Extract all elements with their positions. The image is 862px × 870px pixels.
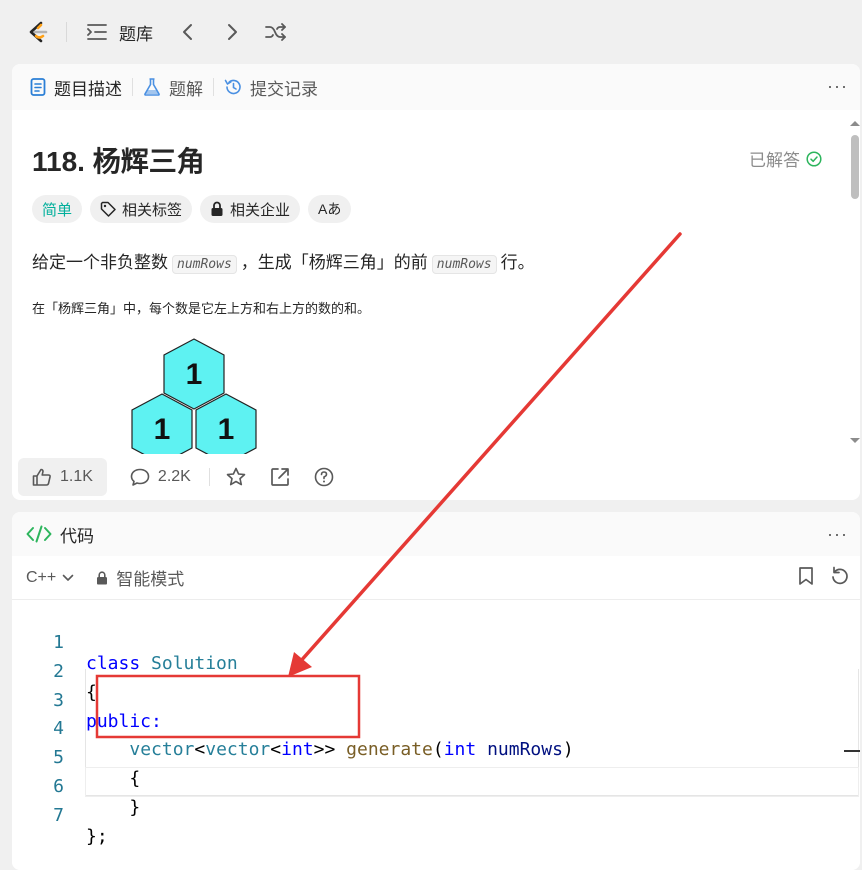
problem-actions: 1.1K 2.2K	[12, 454, 860, 500]
code-line: 7 };	[12, 784, 860, 847]
language-select[interactable]: C++	[26, 569, 74, 587]
bookmark-icon	[799, 567, 813, 585]
code-header: 代码 ···	[12, 512, 860, 556]
like-button[interactable]: 1.1K	[18, 458, 107, 496]
related-tags-label: 相关标签	[122, 201, 183, 219]
code-editor[interactable]: 1 class Solution 2 { 3 public: 4 vector<…	[12, 601, 860, 870]
inline-code: numRows	[172, 255, 237, 274]
difficulty-badge: 简单	[32, 195, 83, 223]
chevron-down-icon	[62, 574, 74, 581]
reset-code-button[interactable]	[830, 566, 850, 586]
divider	[208, 468, 210, 486]
like-count: 1.1K	[60, 468, 93, 485]
top-nav-bar: 题库	[0, 0, 862, 64]
problem-bank-label: 题库	[119, 24, 153, 44]
related-tags-button[interactable]: 相关标签	[90, 195, 193, 223]
history-icon	[224, 79, 241, 95]
code-toolbar-right	[782, 566, 850, 586]
tab-submissions-label: 提交记录	[250, 79, 318, 99]
comment-count: 2.2K	[157, 468, 191, 485]
inline-code: numRows	[431, 255, 497, 274]
tag-icon	[100, 201, 116, 217]
code-line: 3 public:	[12, 669, 860, 732]
bookmark-button[interactable]	[798, 566, 814, 586]
code-line: 1 class Solution	[12, 611, 860, 674]
language-value: C++	[26, 568, 57, 586]
divider	[111, 468, 112, 486]
translate-button[interactable]: Aあ	[308, 195, 352, 223]
help-button[interactable]	[302, 458, 346, 496]
scroll-down-icon[interactable]	[848, 436, 860, 446]
solved-status: 已解答	[749, 146, 822, 171]
check-circle-icon	[806, 150, 822, 167]
triangle-value: 1	[186, 358, 203, 391]
tab-solutions[interactable]: 题解	[143, 75, 203, 100]
share-icon	[270, 468, 289, 486]
tab-submissions[interactable]: 提交记录	[224, 75, 318, 100]
divider	[66, 22, 67, 42]
share-button[interactable]	[258, 458, 302, 496]
shuffle-icon	[265, 23, 286, 41]
favorite-button[interactable]	[214, 458, 258, 496]
description-tabbar: 题目描述 题解 提交记录 ···	[12, 64, 860, 110]
problem-description: 给定一个非负整数 numRows ，生成「杨辉三角」的前 numRows 行。	[32, 248, 535, 274]
code-line: 5 {	[12, 726, 860, 789]
help-circle-icon	[314, 467, 334, 487]
tab-solutions-label: 题解	[169, 79, 203, 99]
list-icon	[87, 24, 107, 40]
pascal-triangle-illustration: 1 1 1	[131, 338, 257, 454]
code-line: 6 }	[12, 755, 860, 818]
problem-title: 118. 杨辉三角	[32, 146, 205, 177]
triangle-value: 1	[218, 413, 235, 446]
description-text: ，生成「杨辉三角」的前	[240, 253, 428, 272]
problem-description-sub: 在「杨辉三角」中，每个数是它左上方和右上方的数的和。	[32, 301, 371, 316]
lock-icon	[211, 201, 223, 216]
tab-description-label: 题目描述	[54, 79, 122, 99]
description-scrollbar[interactable]	[846, 110, 860, 454]
scroll-up-icon[interactable]	[848, 118, 860, 128]
tab-description[interactable]: 题目描述	[30, 75, 122, 100]
leetcode-logo-icon[interactable]	[26, 20, 50, 44]
code-toolbar: C++ 智能模式	[12, 556, 860, 600]
code-line: 4 vector<vector<int>> generate(int numRo…	[12, 697, 860, 760]
scrollbar-thumb[interactable]	[851, 135, 859, 199]
chevron-left-icon	[183, 24, 192, 40]
thumbs-up-icon	[32, 468, 51, 486]
flask-icon	[144, 78, 160, 96]
chevron-right-icon	[228, 24, 237, 40]
solved-status-label: 已解答	[749, 151, 800, 170]
more-options-button[interactable]: ···	[827, 76, 848, 97]
lock-icon	[97, 570, 108, 584]
description-text: 行。	[500, 253, 535, 272]
problem-bank-button[interactable]: 题库	[87, 20, 153, 45]
triangle-value: 1	[154, 413, 171, 446]
code-more-button[interactable]: ···	[827, 524, 848, 545]
star-icon	[226, 467, 246, 486]
random-problem-button[interactable]	[265, 21, 287, 43]
next-problem-button[interactable]	[221, 21, 243, 43]
code-line: 2 {	[12, 640, 860, 703]
description-panel: 题目描述 题解 提交记录 ··· 118. 杨辉三角 已解答 简单 相关标签 相…	[12, 64, 860, 500]
divider	[213, 78, 214, 96]
line-number: 7	[53, 805, 64, 826]
comments-button[interactable]: 2.2K	[116, 458, 205, 496]
document-icon	[30, 78, 46, 96]
line-content: };	[86, 826, 108, 847]
problem-content: 118. 杨辉三角 已解答 简单 相关标签 相关企业 Aあ 给定一个非负整数 n…	[12, 110, 860, 454]
related-companies-label: 相关企业	[230, 201, 291, 219]
description-text: 给定一个非负整数	[32, 253, 168, 272]
related-companies-button[interactable]: 相关企业	[200, 195, 301, 223]
undo-icon	[832, 566, 848, 585]
code-icon	[26, 525, 52, 543]
problem-tags: 简单 相关标签 相关企业 Aあ	[32, 195, 359, 223]
divider	[132, 78, 133, 96]
translate-icon: Aあ	[318, 201, 342, 217]
smart-mode-label: 智能模式	[116, 570, 185, 589]
code-panel: 代码 ··· C++ 智能模式 1 class Solution 2 {3 p…	[12, 512, 860, 870]
comment-icon	[130, 468, 150, 486]
smart-mode-toggle[interactable]: 智能模式	[96, 565, 184, 590]
prev-problem-button[interactable]	[177, 21, 199, 43]
code-title: 代码	[60, 526, 94, 546]
